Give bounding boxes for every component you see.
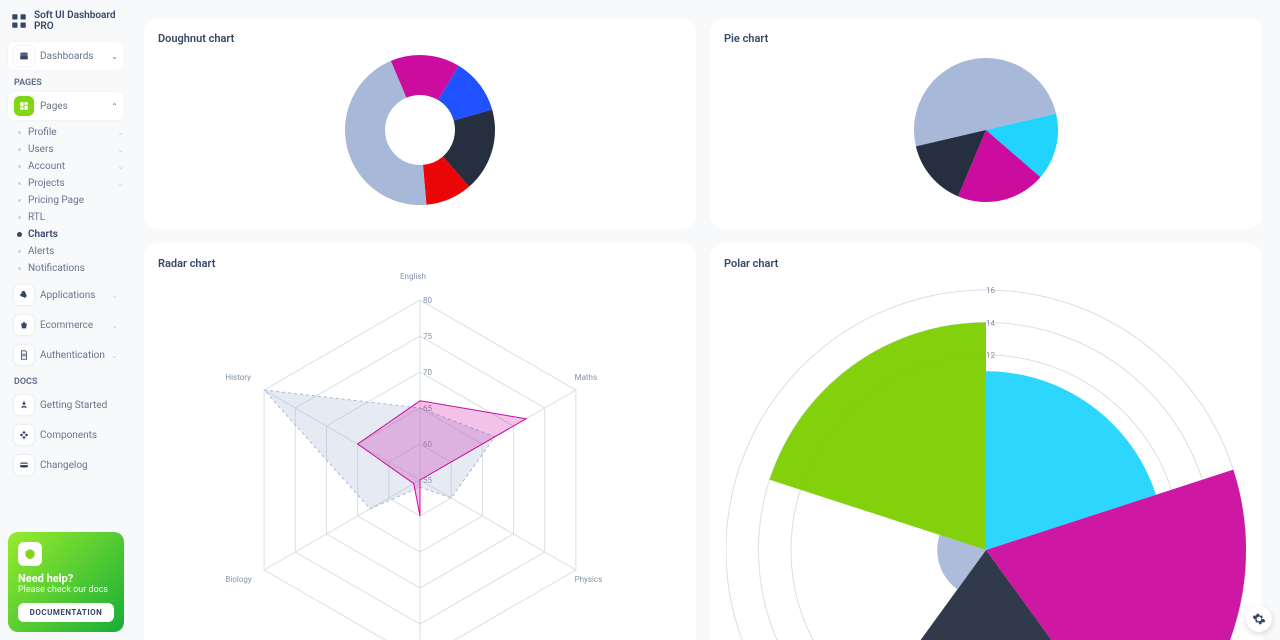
sub-notifications[interactable]: Notifications [8,260,124,277]
nav-components-label: Components [40,430,97,441]
nav-changelog[interactable]: Changelog [8,451,124,479]
chevron-down-icon: ⌄ [111,291,118,300]
brand: Soft UI Dashboard PRO [8,6,124,42]
nav-dashboards[interactable]: Dashboards ⌄ [8,42,124,70]
spaceship-icon [14,395,34,415]
documentation-button[interactable]: DOCUMENTATION [18,603,114,622]
chevron-up-icon: ⌃ [111,102,118,111]
nav-authentication[interactable]: Authentication ⌄ [8,341,124,369]
help-title: Need help? [18,572,114,585]
doughnut-chart [158,45,682,215]
sub-profile[interactable]: Profile⌄ [8,124,124,141]
nav-changelog-label: Changelog [40,460,88,471]
components-icon [14,425,34,445]
nav-ecommerce-label: Ecommerce [40,320,93,331]
basket-icon [14,315,34,335]
svg-text:80: 80 [423,296,432,305]
nav-components[interactable]: Components [8,421,124,449]
help-icon [18,542,42,566]
brand-label: Soft UI Dashboard PRO [34,10,122,32]
nav-pages[interactable]: Pages ⌃ [8,92,124,120]
nav-applications-label: Applications [40,290,95,301]
nav-authentication-label: Authentication [40,350,105,361]
shop-icon [14,46,34,66]
sidebar: Soft UI Dashboard PRO Dashboards ⌄ PAGES… [0,0,132,640]
help-card: Need help? Please check our docs DOCUMEN… [8,532,124,632]
nav-pages-label: Pages [40,101,68,112]
doughnut-title: Doughnut chart [158,32,682,45]
svg-text:70: 70 [423,368,432,377]
rocket-icon [14,285,34,305]
section-docs: DOCS [14,377,124,387]
radar-chart: 556065707580 EnglishMathsPhysicsChemistr… [158,270,682,640]
credit-card-icon [14,455,34,475]
sub-account[interactable]: Account⌄ [8,158,124,175]
sub-users[interactable]: Users⌄ [8,141,124,158]
radar-card: Radar chart 556065707580 EnglishMathsPhy… [144,243,696,640]
settings-fab[interactable] [1246,606,1272,632]
main: Doughnut chart Pie chart Radar chart 556… [132,0,1280,640]
nav-getting-started-label: Getting Started [40,400,107,411]
nav-applications[interactable]: Applications ⌄ [8,281,124,309]
polar-title: Polar chart [724,257,1248,270]
polar-card: Polar chart 121416 [710,243,1262,640]
nav-ecommerce[interactable]: Ecommerce ⌄ [8,311,124,339]
sub-pricing[interactable]: Pricing Page [8,192,124,209]
pie-title: Pie chart [724,32,1248,45]
pages-icon [14,96,34,116]
svg-text:75: 75 [423,332,432,341]
nav-getting-started[interactable]: Getting Started [8,391,124,419]
section-pages: PAGES [14,78,124,88]
sub-charts[interactable]: Charts [8,226,124,243]
chevron-down-icon: ⌄ [111,321,118,330]
pages-submenu: Profile⌄ Users⌄ Account⌄ Projects⌄ Prici… [8,124,124,277]
document-icon [14,345,34,365]
chevron-down-icon: ⌄ [117,179,124,188]
sub-projects[interactable]: Projects⌄ [8,175,124,192]
brand-icon [10,12,28,30]
polar-chart: 121416 [724,270,1248,640]
gear-icon [1252,612,1266,626]
pie-chart [724,45,1248,215]
chevron-down-icon: ⌄ [117,128,124,137]
chevron-down-icon: ⌄ [117,162,124,171]
radar-title: Radar chart [158,257,682,270]
nav-dashboards-label: Dashboards [40,51,94,62]
sub-alerts[interactable]: Alerts [8,243,124,260]
chevron-down-icon: ⌄ [111,52,118,61]
help-sub: Please check our docs [18,585,114,595]
sub-rtl[interactable]: RTL [8,209,124,226]
chevron-down-icon: ⌄ [117,145,124,154]
pie-card: Pie chart [710,18,1262,229]
chevron-down-icon: ⌄ [111,351,118,360]
doughnut-card: Doughnut chart [144,18,696,229]
